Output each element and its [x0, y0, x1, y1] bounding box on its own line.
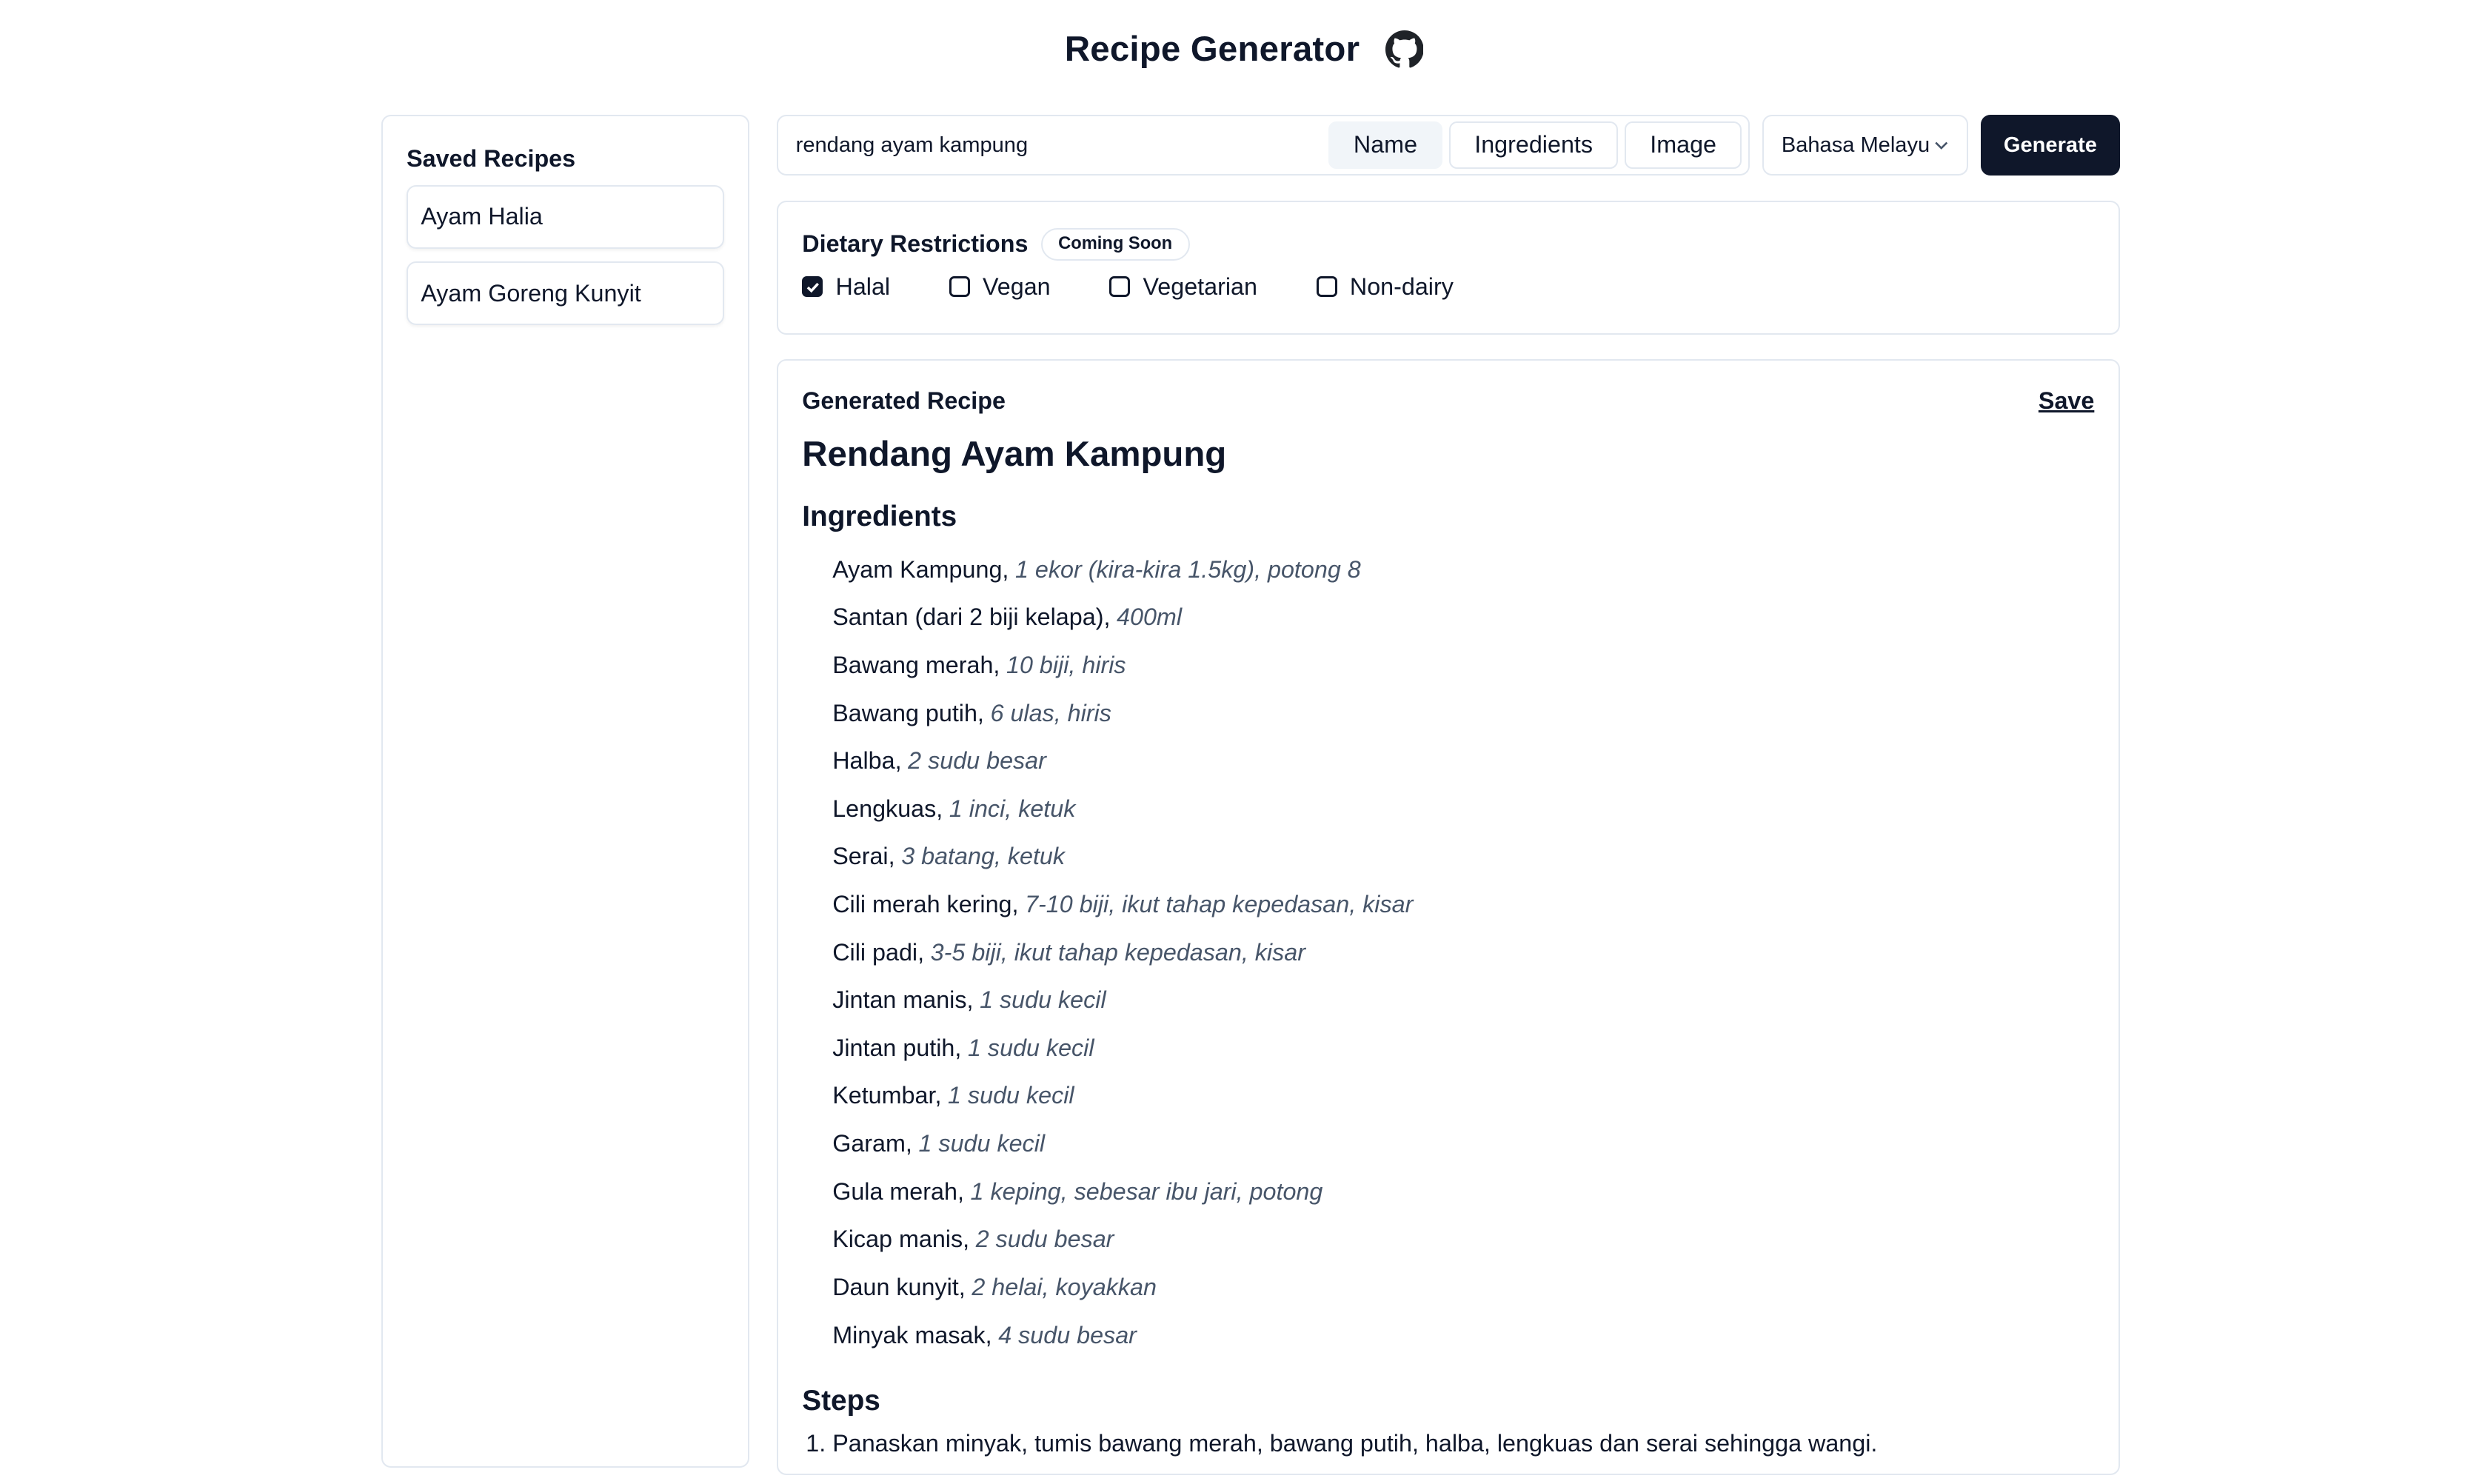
ingredient-quantity: 2 sudu besar	[975, 1226, 1114, 1253]
ingredient-quantity: 400ml	[1117, 604, 1182, 631]
ingredient-item: Jintan putih, 1 sudu kecil	[832, 1024, 2094, 1072]
diet-option-label: Vegan	[983, 273, 1051, 300]
steps-heading: Steps	[802, 1384, 880, 1417]
ingredient-item: Daun kunyit, 2 helai, koyakkan	[832, 1263, 2094, 1311]
search-toolbar: Name Ingredients Image Bahasa Melayu Gen…	[776, 115, 2120, 176]
ingredient-quantity: 4 sudu besar	[998, 1321, 1137, 1348]
ingredient-quantity: 1 sudu kecil	[918, 1130, 1046, 1157]
ingredient-item: Lengkuas, 1 inci, ketuk	[832, 785, 2094, 833]
mode-ingredients-button[interactable]: Ingredients	[1448, 121, 1619, 170]
ingredient-item: Jintan manis, 1 sudu kecil	[832, 976, 2094, 1024]
ingredient-item: Ayam Kampung, 1 ekor (kira-kira 1.5kg), p…	[832, 546, 2094, 594]
ingredient-quantity: 1 ekor (kira-kira 1.5kg), potong 8	[1015, 555, 1361, 583]
ingredient-item: Kicap manis, 2 sudu besar	[832, 1215, 2094, 1263]
ingredient-quantity: 7-10 biji, ikut tahap kepedasan, kisar	[1025, 891, 1414, 918]
language-value: Bahasa Melayu	[1781, 133, 1930, 157]
diet-option-label: Vegetarian	[1143, 273, 1257, 300]
ingredient-name: Minyak masak,	[832, 1321, 992, 1348]
diet-option-vegan[interactable]: Vegan	[949, 273, 1051, 301]
ingredient-quantity: 2 helai, koyakkan	[972, 1273, 1157, 1300]
diet-option-label: Non-dairy	[1349, 273, 1454, 300]
ingredient-quantity: 1 sudu kecil	[980, 986, 1106, 1014]
diet-option-label: Halal	[835, 273, 891, 300]
ingredient-name: Lengkuas,	[832, 795, 943, 822]
ingredient-name: Daun kunyit,	[832, 1273, 966, 1300]
saved-recipes-panel: Saved Recipes Ayam Halia Ayam Goreng Kun…	[381, 115, 750, 1468]
ingredient-name: Kicap manis,	[832, 1226, 970, 1253]
coming-soon-badge: Coming Soon	[1040, 227, 1190, 261]
ingredient-quantity: 2 sudu besar	[908, 747, 1046, 775]
ingredient-name: Gula merah,	[832, 1177, 964, 1205]
saved-recipe-label: Ayam Halia	[421, 203, 543, 230]
ingredient-quantity: 1 keping, sebesar ibu jari, potong	[970, 1177, 1323, 1205]
ingredient-quantity: 1 sudu kecil	[967, 1034, 1094, 1061]
checkbox[interactable]	[949, 276, 970, 298]
generate-button[interactable]: Generate	[1981, 115, 2120, 176]
ingredient-name: Bawang merah,	[832, 651, 1000, 678]
search-box: Name Ingredients Image	[776, 115, 1750, 176]
ingredient-name: Jintan putih,	[832, 1034, 962, 1061]
generated-recipe-panel: Generated Recipe Save Rendang Ayam Kampu…	[776, 358, 2120, 1476]
ingredient-name: Serai,	[832, 843, 895, 870]
ingredient-quantity: 10 biji, hiris	[1006, 651, 1126, 678]
ingredient-name: Halba,	[832, 747, 902, 775]
chevron-down-icon	[1935, 141, 1947, 150]
ingredient-quantity: 1 sudu kecil	[948, 1082, 1074, 1109]
saved-recipes-title: Saved Recipes	[407, 144, 576, 172]
saved-recipe-item[interactable]: Ayam Goreng Kunyit	[407, 261, 725, 325]
ingredients-heading: Ingredients	[802, 500, 957, 532]
steps-list: Panaskan minyak, tumis bawang merah, baw…	[802, 1430, 2094, 1457]
ingredient-item: Bawang merah, 10 biji, hiris	[832, 641, 2094, 689]
ingredient-name: Bawang putih,	[832, 699, 984, 726]
ingredient-item: Ketumbar, 1 sudu kecil	[832, 1072, 2094, 1120]
ingredient-quantity: 1 inci, ketuk	[949, 795, 1076, 822]
recipe-title: Rendang Ayam Kampung	[802, 435, 1227, 475]
ingredient-item: Cili padi, 3-5 biji, ikut tahap kepedasan…	[832, 929, 2094, 977]
language-select[interactable]: Bahasa Melayu	[1762, 115, 1968, 176]
ingredient-quantity: 3 batang, ketuk	[901, 843, 1066, 870]
saved-recipe-label: Ayam Goreng Kunyit	[421, 279, 641, 307]
ingredient-item: Garam, 1 sudu kecil	[832, 1120, 2094, 1168]
ingredient-name: Santan (dari 2 biji kelapa),	[832, 604, 1111, 631]
diet-option-vegetarian[interactable]: Vegetarian	[1109, 273, 1257, 301]
step-item: Panaskan minyak, tumis bawang merah, baw…	[832, 1430, 2094, 1457]
ingredient-name: Garam,	[832, 1130, 912, 1157]
saved-recipe-item[interactable]: Ayam Halia	[407, 185, 725, 249]
mode-name-button[interactable]: Name	[1328, 121, 1443, 170]
page-title: Recipe Generator	[1064, 30, 1360, 70]
ingredient-item: Bawang putih, 6 ulas, hiris	[832, 689, 2094, 738]
dietary-restrictions-panel: Dietary Restrictions Coming Soon Halal V…	[776, 201, 2120, 335]
diet-option-non-dairy[interactable]: Non-dairy	[1316, 273, 1454, 301]
app-header: Recipe Generator	[0, 0, 2488, 99]
github-icon[interactable]	[1385, 30, 1424, 69]
checkbox[interactable]	[802, 276, 823, 298]
ingredient-item: Serai, 3 batang, ketuk	[832, 832, 2094, 880]
mode-image-button[interactable]: Image	[1624, 121, 1742, 170]
ingredient-item: Halba, 2 sudu besar	[832, 737, 2094, 785]
search-input[interactable]	[795, 133, 1322, 158]
ingredient-name: Jintan manis,	[832, 986, 974, 1014]
checkbox[interactable]	[1316, 276, 1337, 298]
save-button[interactable]: Save	[2039, 387, 2094, 415]
ingredient-item: Cili merah kering, 7-10 biji, ikut tahap …	[832, 880, 2094, 929]
ingredient-item: Santan (dari 2 biji kelapa), 400ml	[832, 593, 2094, 641]
check-icon	[806, 282, 819, 293]
generated-recipe-label: Generated Recipe	[802, 387, 1006, 415]
ingredient-item: Gula merah, 1 keping, sebesar ibu jari, p…	[832, 1168, 2094, 1216]
ingredient-name: Cili merah kering,	[832, 891, 1019, 918]
ingredient-item: Minyak masak, 4 sudu besar	[832, 1311, 2094, 1360]
ingredients-list: Ayam Kampung, 1 ekor (kira-kira 1.5kg), p…	[802, 546, 2094, 1359]
checkbox[interactable]	[1109, 276, 1131, 298]
ingredient-quantity: 3-5 biji, ikut tahap kepedasan, kisar	[930, 938, 1305, 966]
ingredient-quantity: 6 ulas, hiris	[990, 699, 1111, 726]
ingredient-name: Ketumbar,	[832, 1082, 942, 1109]
ingredient-name: Cili padi,	[832, 938, 925, 966]
diet-option-halal[interactable]: Halal	[802, 273, 890, 301]
dietary-title: Dietary Restrictions	[802, 230, 1029, 258]
ingredient-name: Ayam Kampung,	[832, 555, 1009, 583]
